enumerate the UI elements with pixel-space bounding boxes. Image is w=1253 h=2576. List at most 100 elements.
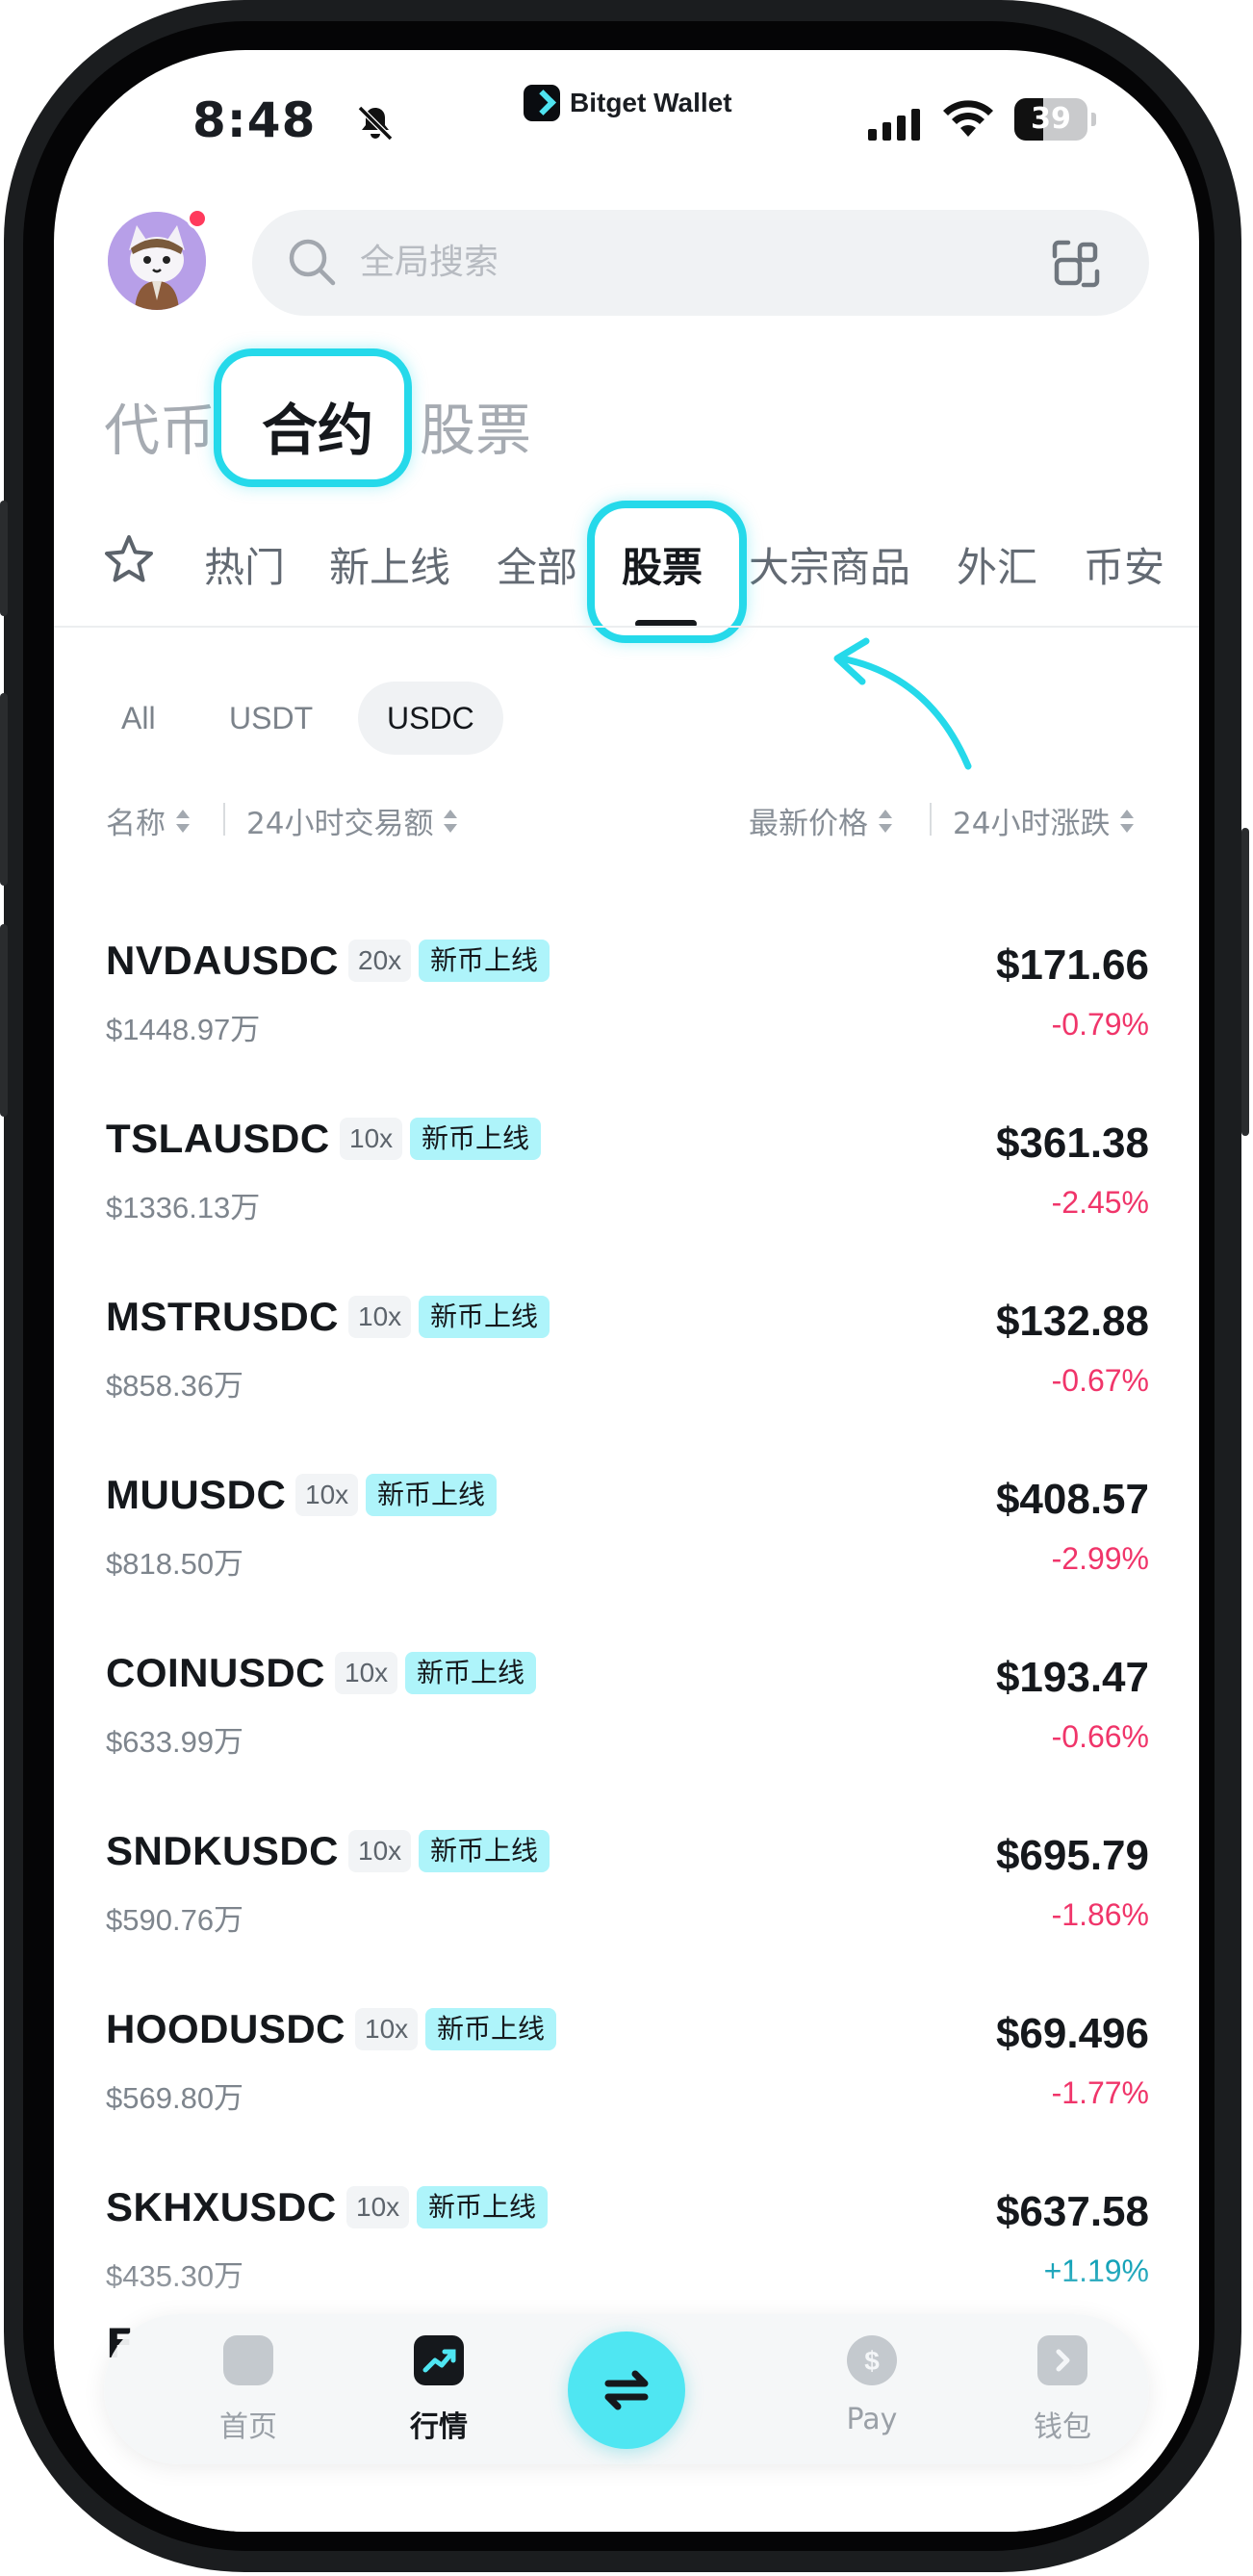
leverage-badge: 10x: [355, 2008, 419, 2050]
row-price: $193.47: [995, 1654, 1149, 1701]
nav-item-wallet[interactable]: 钱包: [995, 2314, 1130, 2464]
leverage-badge: 10x: [346, 2186, 410, 2228]
search-bar[interactable]: 全局搜索: [252, 210, 1149, 316]
sort-icon: [1119, 808, 1135, 835]
table-row[interactable]: SNDKUSDC 10x 新币上线 $590.76万 $695.79 -1.86%: [54, 1807, 1199, 1985]
pointer-arrow-icon: [833, 637, 972, 770]
row-symbol: TSLAUSDC: [106, 1116, 330, 1161]
leverage-badge: 10x: [295, 1474, 359, 1516]
row-change: -1.77%: [1051, 2075, 1149, 2110]
row-symbol: NVDAUSDC: [106, 938, 340, 983]
wallet-icon: [1037, 2335, 1087, 2385]
row-symbol: COINUSDC: [106, 1650, 326, 1695]
new-listing-badge: 新币上线: [425, 2008, 557, 2050]
new-listing-badge: 新币上线: [419, 940, 550, 982]
row-symbol: SKHXUSDC: [106, 2184, 337, 2229]
nav-item-pay[interactable]: $ Pay: [805, 2314, 939, 2464]
new-listing-badge: 新币上线: [405, 1652, 537, 1694]
tabs-divider: [54, 626, 1199, 628]
row-symbol: SNDKUSDC: [106, 1828, 340, 1873]
row-symbol: MUUSDC: [106, 1472, 287, 1517]
column-header-volume[interactable]: 24小时交易额: [246, 799, 458, 842]
nav-item-home[interactable]: 首页: [181, 2314, 316, 2464]
notification-dot: [187, 208, 208, 229]
row-volume: $858.36万: [106, 1369, 244, 1403]
app-screen: 8:48 Bitget Wallet 39 全局搜索 代币 合约 股票 热门 新…: [54, 50, 1199, 2532]
status-time: 8:48: [192, 92, 317, 148]
svg-text:$: $: [864, 2346, 880, 2376]
category-tab-commodities[interactable]: 大宗商品: [749, 535, 910, 594]
sort-icon: [175, 808, 191, 835]
filter-chip-usdc[interactable]: USDC: [358, 682, 503, 755]
bell-muted-icon: [357, 105, 394, 142]
row-price: $637.58: [995, 2188, 1149, 2235]
column-header-name[interactable]: 名称: [106, 799, 191, 842]
new-listing-badge: 新币上线: [366, 1474, 498, 1516]
highlight-stocks-category: [587, 501, 747, 643]
new-listing-badge: 新币上线: [419, 1830, 550, 1872]
column-header-price[interactable]: 最新价格: [749, 799, 893, 842]
category-tab-all[interactable]: 全部: [497, 535, 577, 594]
nav-item-market-label: 行情: [410, 2410, 468, 2444]
column-header-change[interactable]: 24小时涨跌: [953, 799, 1135, 842]
row-change: -0.66%: [1051, 1719, 1149, 1754]
category-tab-hot[interactable]: 热门: [204, 535, 285, 594]
phone-side-button-left-3: [0, 924, 8, 1117]
row-change: -1.86%: [1051, 1897, 1149, 1932]
new-listing-badge: 新币上线: [410, 1118, 542, 1160]
sort-icon: [878, 808, 893, 835]
bitget-logo-icon: [524, 85, 560, 121]
table-row[interactable]: MUUSDC 10x 新币上线 $818.50万 $408.57 -2.99%: [54, 1451, 1199, 1629]
row-volume: $569.80万: [106, 2081, 244, 2115]
phone-side-button-left-2: [0, 693, 8, 886]
tab-stocks[interactable]: 股票: [420, 385, 531, 466]
row-volume: $590.76万: [106, 1903, 244, 1937]
home-icon: [223, 2335, 273, 2385]
phone-side-button-left-1: [0, 501, 8, 616]
row-volume: $633.99万: [106, 1725, 244, 1759]
column-separator: [930, 803, 932, 836]
leverage-badge: 10x: [335, 1652, 398, 1694]
swap-button[interactable]: [568, 2331, 685, 2449]
nav-item-home-label: 首页: [219, 2410, 277, 2444]
table-row[interactable]: NVDAUSDC 20x 新币上线 $1448.97万 $171.66 -0.79%: [54, 916, 1199, 1095]
sort-icon: [443, 808, 458, 835]
row-symbol: HOODUSDC: [106, 2006, 346, 2051]
category-tab-binance[interactable]: 币安: [1084, 535, 1164, 594]
category-tab-new-listing[interactable]: 新上线: [329, 535, 450, 594]
table-row[interactable]: TSLAUSDC 10x 新币上线 $1336.13万 $361.38 -2.45%: [54, 1095, 1199, 1273]
pay-icon: $: [847, 2335, 897, 2385]
cellular-signal-icon: [868, 106, 920, 141]
battery-icon: 39: [1014, 98, 1096, 141]
app-brand: Bitget Wallet: [524, 85, 732, 121]
search-input[interactable]: 全局搜索: [360, 210, 499, 316]
column-header-name-label: 名称: [106, 807, 166, 841]
swap-icon: [604, 2370, 649, 2410]
scan-icon[interactable]: [1047, 235, 1105, 293]
category-tab-forex[interactable]: 外汇: [957, 535, 1037, 594]
battery-level: 39: [1031, 102, 1071, 136]
column-header-volume-label: 24小时交易额: [246, 807, 434, 841]
favorites-star-icon[interactable]: [100, 531, 158, 589]
table-row[interactable]: HOODUSDC 10x 新币上线 $569.80万 $69.496 -1.77%: [54, 1985, 1199, 2163]
nav-item-market[interactable]: 行情: [371, 2314, 506, 2464]
new-listing-badge: 新币上线: [417, 2186, 549, 2228]
row-price: $171.66: [995, 941, 1149, 989]
column-separator: [223, 803, 225, 836]
row-price: $408.57: [995, 1476, 1149, 1523]
row-symbol: MSTRUSDC: [106, 1294, 339, 1339]
table-row[interactable]: MSTRUSDC 10x 新币上线 $858.36万 $132.88 -0.67%: [54, 1273, 1199, 1451]
leverage-badge: 20x: [348, 940, 412, 982]
row-price: $695.79: [995, 1832, 1149, 1879]
row-volume: $818.50万: [106, 1547, 244, 1581]
column-header-change-label: 24小时涨跌: [953, 807, 1111, 841]
tab-tokens[interactable]: 代币: [104, 385, 216, 466]
row-volume: $1448.97万: [106, 1013, 261, 1046]
leverage-badge: 10x: [348, 1830, 412, 1872]
filter-chip-usdt[interactable]: USDT: [200, 682, 342, 755]
table-row[interactable]: COINUSDC 10x 新币上线 $633.99万 $193.47 -0.66%: [54, 1629, 1199, 1807]
column-header-price-label: 最新价格: [749, 807, 868, 841]
row-price: $132.88: [995, 1298, 1149, 1345]
row-price: $69.496: [995, 2010, 1149, 2057]
filter-chip-all[interactable]: All: [92, 682, 185, 755]
